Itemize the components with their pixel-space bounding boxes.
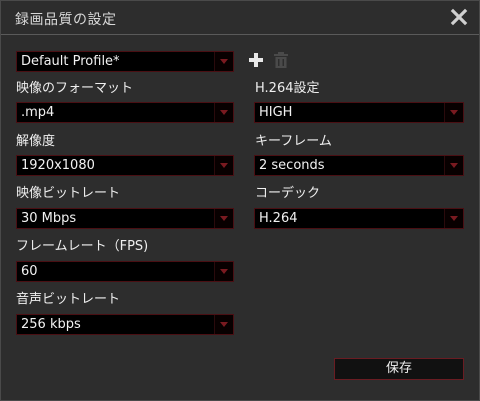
video-bitrate-label: 映像ビットレート bbox=[16, 186, 121, 201]
recording-quality-dialog: 録画品質の設定 Default Profile* 映像のフォーマット .mp4 … bbox=[0, 0, 480, 401]
codec-select[interactable]: H.264 bbox=[254, 208, 464, 229]
audio-bitrate-value: 256 kbps bbox=[21, 317, 81, 332]
close-icon[interactable] bbox=[449, 7, 469, 27]
h264-profile-arrow bbox=[444, 103, 463, 122]
frame-rate-select[interactable]: 60 bbox=[16, 261, 234, 282]
frame-rate-value: 60 bbox=[21, 264, 38, 279]
codec-arrow bbox=[444, 209, 463, 228]
video-bitrate-select[interactable]: 30 Mbps bbox=[16, 208, 234, 229]
title-bar: 録画品質の設定 bbox=[1, 1, 479, 35]
codec-value: H.264 bbox=[259, 211, 298, 226]
dialog-title: 録画品質の設定 bbox=[15, 12, 117, 28]
chevron-down-icon bbox=[220, 59, 228, 64]
chevron-down-icon bbox=[220, 322, 228, 327]
resolution-label: 解像度 bbox=[16, 134, 56, 149]
video-format-arrow bbox=[214, 103, 233, 122]
audio-bitrate-arrow bbox=[214, 315, 233, 334]
resolution-value: 1920x1080 bbox=[21, 158, 95, 173]
video-format-select[interactable]: .mp4 bbox=[16, 102, 234, 123]
profile-select[interactable]: Default Profile* bbox=[16, 51, 234, 72]
frame-rate-label: フレームレート（FPS) bbox=[16, 239, 149, 254]
h264-profile-value: HIGH bbox=[259, 105, 293, 120]
video-format-label: 映像のフォーマット bbox=[16, 81, 134, 96]
keyframe-arrow bbox=[444, 156, 463, 175]
video-format-value: .mp4 bbox=[21, 105, 55, 120]
resolution-select[interactable]: 1920x1080 bbox=[16, 155, 234, 176]
frame-rate-arrow bbox=[214, 262, 233, 281]
keyframe-select[interactable]: 2 seconds bbox=[254, 155, 464, 176]
h264-profile-select[interactable]: HIGH bbox=[254, 102, 464, 123]
plus-icon[interactable] bbox=[248, 52, 264, 68]
chevron-down-icon bbox=[450, 110, 458, 115]
profile-select-arrow bbox=[214, 52, 233, 71]
chevron-down-icon bbox=[450, 216, 458, 221]
chevron-down-icon bbox=[220, 269, 228, 274]
audio-bitrate-label: 音声ビットレート bbox=[16, 292, 121, 307]
trash-icon[interactable] bbox=[274, 52, 288, 68]
resolution-arrow bbox=[214, 156, 233, 175]
save-button[interactable]: 保存 bbox=[334, 358, 464, 380]
video-bitrate-value: 30 Mbps bbox=[21, 211, 77, 226]
video-bitrate-arrow bbox=[214, 209, 233, 228]
codec-label: コーデック bbox=[255, 186, 321, 201]
chevron-down-icon bbox=[220, 163, 228, 168]
keyframe-label: キーフレーム bbox=[255, 134, 332, 149]
keyframe-value: 2 seconds bbox=[259, 158, 325, 173]
h264-settings-label: H.264設定 bbox=[255, 81, 320, 96]
audio-bitrate-select[interactable]: 256 kbps bbox=[16, 314, 234, 335]
chevron-down-icon bbox=[220, 216, 228, 221]
chevron-down-icon bbox=[450, 163, 458, 168]
profile-select-value: Default Profile* bbox=[21, 54, 120, 69]
chevron-down-icon bbox=[220, 110, 228, 115]
